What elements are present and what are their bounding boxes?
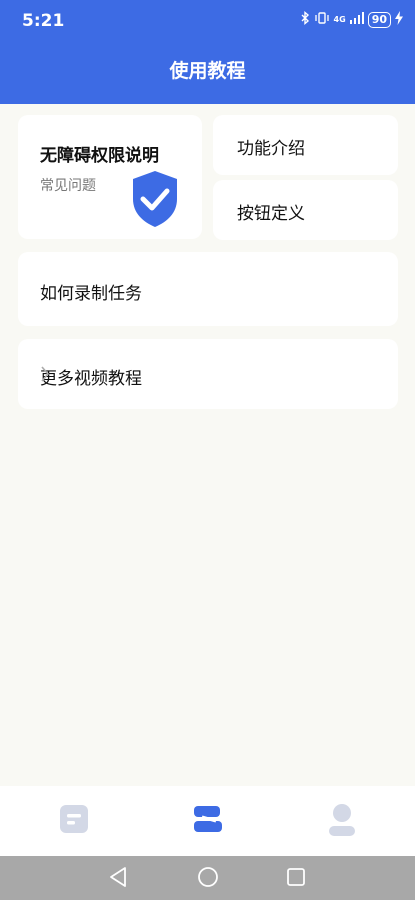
more-videos-card[interactable]: 更多视频教程 bbox=[18, 339, 398, 409]
profile-icon[interactable] bbox=[328, 803, 356, 841]
bottom-tab-bar bbox=[0, 786, 415, 856]
status-bar: 5:21 4G 90 bbox=[0, 0, 415, 40]
signal-icon bbox=[349, 12, 364, 27]
record-task-label: 如何录制任务 bbox=[40, 284, 142, 304]
accessibility-permission-card[interactable]: 无障碍权限说明 常见问题 bbox=[18, 115, 202, 239]
button-definition-label: 按钮定义 bbox=[237, 204, 305, 224]
home-nav-icon[interactable] bbox=[197, 866, 219, 892]
feature-intro-label: 功能介绍 bbox=[237, 139, 305, 159]
recents-nav-icon[interactable] bbox=[286, 866, 306, 892]
tutorial-icon[interactable] bbox=[192, 803, 224, 839]
vibrate-icon bbox=[314, 11, 330, 28]
chevron-right-icon bbox=[40, 365, 370, 388]
record-task-card[interactable]: 如何录制任务 bbox=[18, 252, 398, 326]
shield-check-icon bbox=[130, 169, 180, 233]
feature-intro-card[interactable]: 功能介绍 bbox=[213, 115, 398, 175]
accessibility-title: 无障碍权限说明 bbox=[40, 146, 159, 166]
bluetooth-icon bbox=[300, 11, 310, 28]
charging-icon bbox=[395, 11, 403, 28]
page-title: 使用教程 bbox=[169, 60, 246, 82]
accessibility-subtitle: 常见问题 bbox=[40, 178, 96, 194]
back-nav-icon[interactable] bbox=[108, 866, 128, 892]
status-icons: 4G 90 bbox=[300, 11, 403, 28]
button-definition-card[interactable]: 按钮定义 bbox=[213, 180, 398, 240]
network-type: 4G bbox=[333, 15, 346, 24]
document-icon[interactable] bbox=[59, 803, 89, 839]
status-time: 5:21 bbox=[22, 11, 65, 31]
battery-indicator: 90 bbox=[367, 11, 391, 28]
system-navigation-bar bbox=[0, 856, 415, 900]
app-header: 5:21 4G 90 使用教程 bbox=[0, 0, 415, 104]
